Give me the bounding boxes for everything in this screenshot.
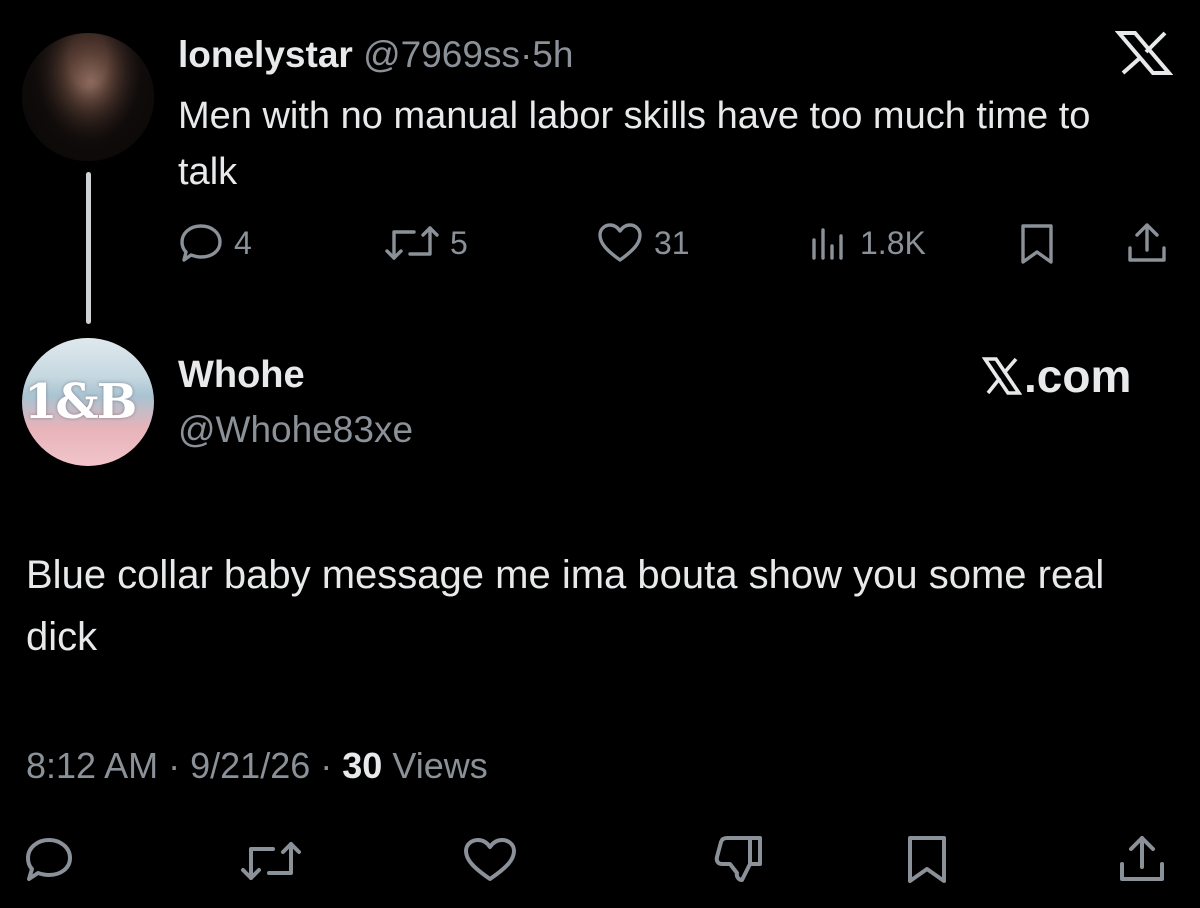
avatar-whohe[interactable]: 1&B xyxy=(22,338,154,466)
reply-views-label: Views xyxy=(392,745,488,786)
header-separator: · xyxy=(519,34,533,75)
tweet-date[interactable]: 9/21/26 xyxy=(190,745,310,786)
tweet-time[interactable]: 8:12 AM xyxy=(26,745,158,786)
thumbs-down-icon[interactable] xyxy=(710,834,768,886)
reply-display-name[interactable]: Whohe xyxy=(178,352,305,398)
avatar-lonelystar[interactable] xyxy=(22,33,154,161)
views-count: 1.8K xyxy=(860,225,926,261)
reply-action[interactable]: 4 xyxy=(178,222,252,264)
thread-connector-line xyxy=(86,172,91,324)
tweet-timestamp: 8:12 AM · 9/21/26 · 30 Views xyxy=(26,744,488,788)
parent-tweet-header: lonelystar @7969ss·5h xyxy=(178,32,573,78)
parent-tweet-text: Men with no manual labor skills have too… xyxy=(178,95,1091,193)
x-logo-icon[interactable] xyxy=(1115,30,1173,76)
parent-display-name[interactable]: lonelystar xyxy=(178,34,353,75)
parent-age[interactable]: 5h xyxy=(532,34,573,75)
x-logo-icon xyxy=(982,357,1022,395)
share-icon[interactable] xyxy=(1124,220,1170,266)
heart-icon[interactable] xyxy=(462,836,518,884)
repost-count: 5 xyxy=(450,225,468,261)
share-icon[interactable] xyxy=(1116,832,1168,886)
stamp-separator: · xyxy=(168,745,181,786)
x-com-watermark: .com xyxy=(982,348,1131,404)
watermark-text: .com xyxy=(1024,350,1132,402)
stamp-separator: · xyxy=(320,745,333,786)
reply-views-count: 30 xyxy=(342,745,383,786)
avatar-photo xyxy=(22,33,154,161)
heart-icon xyxy=(598,223,642,262)
reply-tweet-text: Blue collar baby message me ima bouta sh… xyxy=(26,553,1105,659)
like-count: 31 xyxy=(654,225,690,261)
bar-chart-icon xyxy=(812,228,843,260)
bookmark-icon[interactable] xyxy=(904,834,950,886)
like-action[interactable]: 31 xyxy=(596,222,690,264)
repost-action[interactable]: 5 xyxy=(384,222,468,264)
reply-count: 4 xyxy=(234,225,252,261)
views-action[interactable]: 1.8K xyxy=(806,222,926,264)
avatar-logo-text: 1&B xyxy=(24,374,137,430)
reply-handle[interactable]: @Whohe83xe xyxy=(178,407,413,453)
speech-bubble-icon[interactable] xyxy=(24,836,74,884)
repost-arrows-icon xyxy=(385,226,439,260)
parent-handle[interactable]: @7969ss xyxy=(363,34,520,75)
speech-bubble-icon xyxy=(180,224,222,262)
bookmark-icon[interactable] xyxy=(1016,222,1058,266)
repost-arrows-icon[interactable] xyxy=(240,838,302,884)
